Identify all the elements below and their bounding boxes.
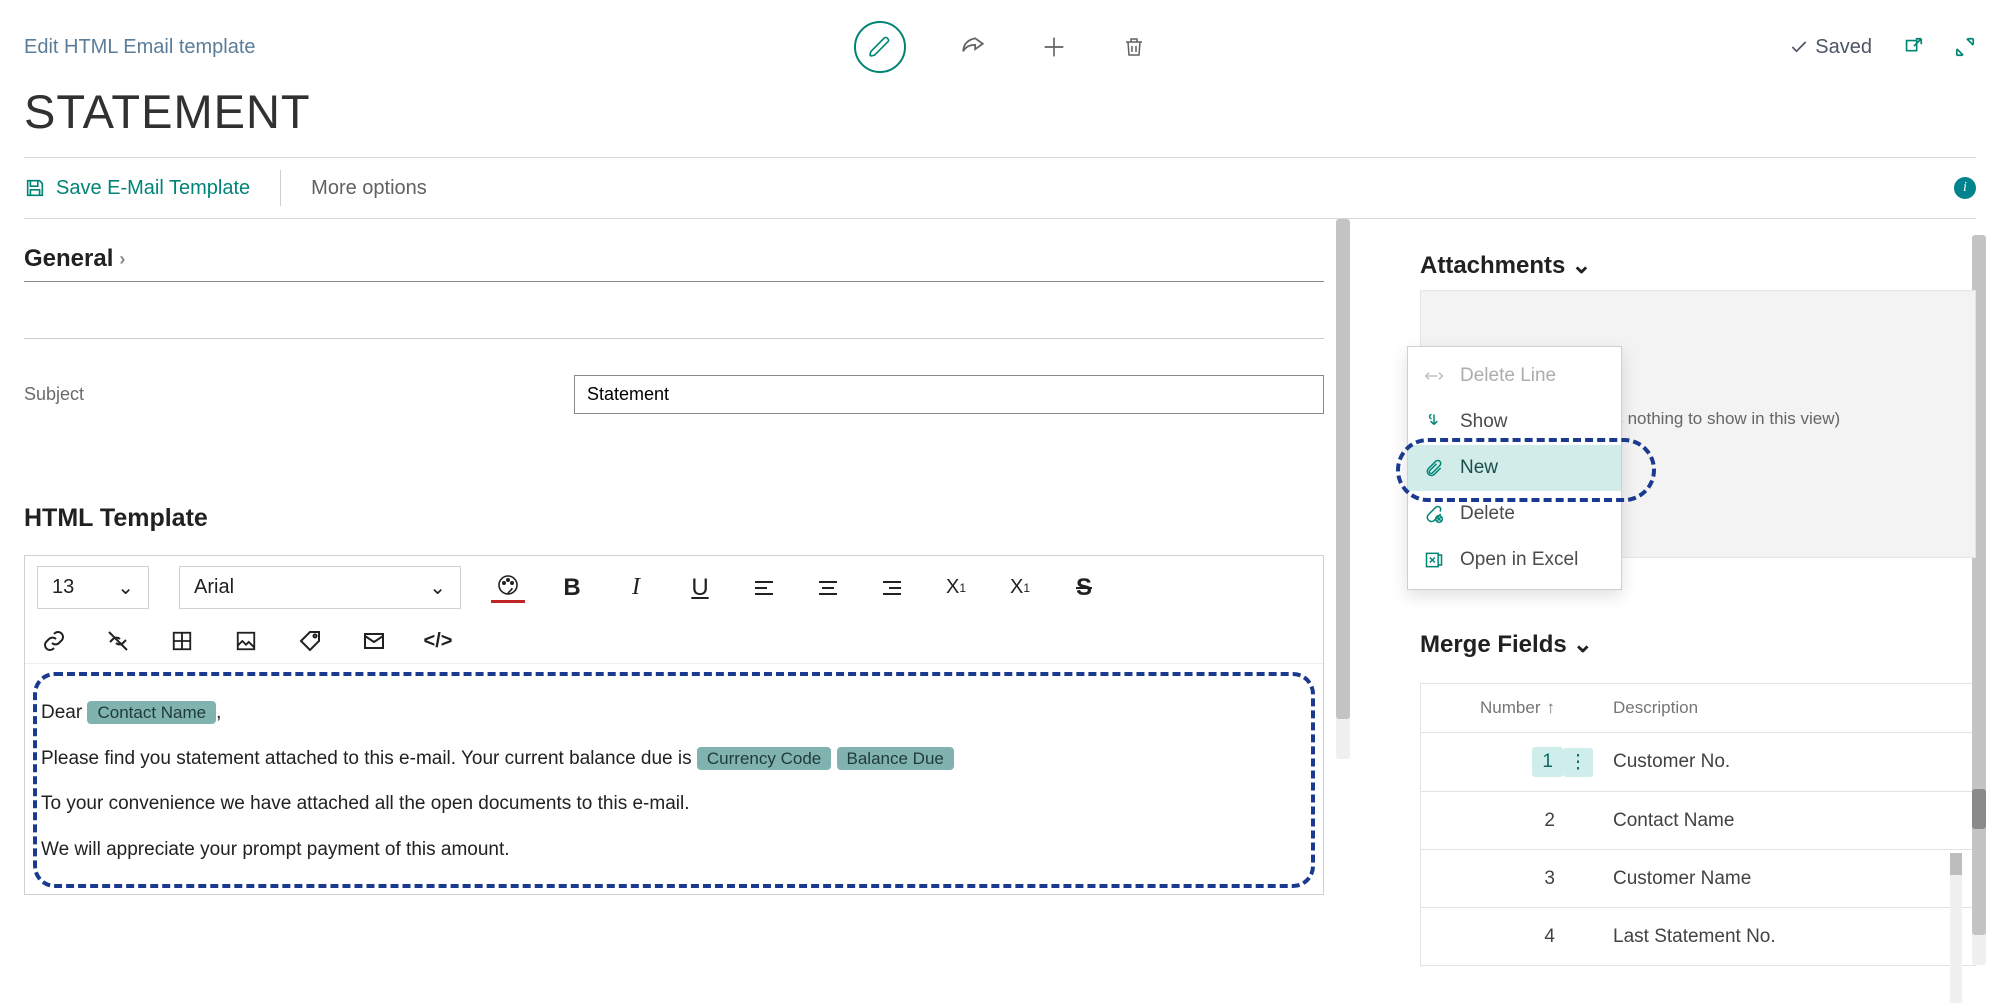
share-button[interactable] [960, 34, 986, 60]
collapse-icon [1954, 36, 1976, 58]
section-general[interactable]: General › [24, 219, 1324, 282]
align-right-button[interactable] [875, 576, 909, 600]
collapse-button[interactable] [1954, 36, 1976, 58]
scrollbar-thumb[interactable] [1972, 789, 1986, 829]
text: Dear [41, 702, 82, 723]
trash-icon [1122, 35, 1146, 59]
table-row[interactable]: 3 ⋮ Customer Name [1421, 850, 1975, 908]
chevron-down-icon: ⌄ [1573, 630, 1593, 659]
popout-icon [1902, 36, 1924, 58]
popout-button[interactable] [1902, 36, 1924, 58]
excel-icon [1424, 550, 1444, 570]
editor-body[interactable]: Dear Contact Name, Please find you state… [25, 663, 1323, 894]
font-color-button[interactable] [491, 573, 525, 603]
chevron-down-icon: ⌄ [429, 575, 446, 600]
breadcrumb: Edit HTML Email template [24, 36, 256, 59]
bold-button[interactable]: B [555, 574, 589, 602]
cell-description: Customer No. [1613, 751, 1963, 773]
mail-icon [362, 629, 386, 653]
text: , [216, 702, 221, 723]
delete-line-icon [1424, 366, 1444, 386]
superscript-button[interactable]: X1 [939, 576, 973, 599]
link-button[interactable] [37, 629, 71, 653]
delete-button[interactable] [1122, 35, 1146, 59]
merge-chip-currency-code[interactable]: Currency Code [697, 747, 831, 770]
col-description[interactable]: Description [1613, 698, 1963, 718]
italic-button[interactable]: I [619, 574, 653, 601]
html-editor: 13 ⌄ Arial ⌄ B I U X1 X1 S [24, 555, 1324, 895]
check-icon [1789, 37, 1809, 57]
cell-description: Contact Name [1613, 810, 1963, 832]
align-right-icon [880, 576, 904, 600]
table-button[interactable] [165, 630, 199, 652]
attachment-down-icon [1424, 412, 1444, 432]
merge-fields-table: Number ↑ Description 1 ⋮ Customer No. 2 … [1420, 683, 1976, 966]
align-center-button[interactable] [811, 576, 845, 600]
align-left-icon [752, 576, 776, 600]
sort-asc-icon: ↑ [1547, 698, 1556, 718]
code-button[interactable]: </> [421, 630, 455, 653]
menu-show[interactable]: Show [1408, 399, 1621, 445]
subject-input[interactable] [574, 375, 1324, 414]
align-left-button[interactable] [747, 576, 781, 600]
image-icon [235, 630, 257, 652]
subject-label: Subject [24, 384, 574, 405]
pencil-icon [868, 35, 892, 59]
align-center-icon [816, 576, 840, 600]
attachments-context-menu: Delete Line Show New Delete Open in Exce… [1407, 346, 1622, 590]
font-name-select[interactable]: Arial ⌄ [179, 566, 461, 609]
section-html-template: HTML Template [24, 414, 1324, 541]
table-icon [171, 630, 193, 652]
section-merge-fields[interactable]: Merge Fields ⌄ [1420, 598, 1976, 659]
info-badge[interactable]: i [1954, 177, 1976, 199]
plus-icon [1040, 33, 1068, 61]
more-options-button[interactable]: More options [311, 177, 427, 200]
save-icon [24, 177, 46, 199]
attachment-delete-icon [1424, 504, 1444, 524]
row-more-button[interactable]: ⋮ [1563, 748, 1593, 777]
attachment-icon [1424, 458, 1444, 478]
cell-description: Last Statement No. [1613, 926, 1963, 948]
edit-button[interactable] [854, 21, 906, 73]
font-size-select[interactable]: 13 ⌄ [37, 566, 149, 609]
saved-indicator: Saved [1789, 36, 1872, 59]
unlink-button[interactable] [101, 629, 135, 653]
mail-button[interactable] [357, 629, 391, 653]
chevron-down-icon: ⌄ [117, 575, 134, 600]
unlink-icon [106, 629, 130, 653]
palette-icon [496, 573, 520, 597]
tag-button[interactable] [293, 629, 327, 653]
tag-icon [298, 629, 322, 653]
save-template-button[interactable]: Save E-Mail Template [24, 177, 250, 200]
table-row[interactable]: 4 ⋮ Last Statement No. [1421, 908, 1975, 965]
table-row[interactable]: 1 ⋮ Customer No. [1421, 733, 1975, 792]
section-attachments[interactable]: Attachments ⌄ [1420, 219, 1976, 280]
cell-description: Customer Name [1613, 868, 1963, 890]
link-icon [42, 629, 66, 653]
new-button[interactable] [1040, 33, 1068, 61]
underline-button[interactable]: U [683, 574, 717, 602]
separator [280, 170, 281, 206]
menu-new[interactable]: New [1408, 445, 1621, 491]
menu-open-excel[interactable]: Open in Excel [1408, 537, 1621, 583]
scrollbar[interactable] [1950, 853, 1962, 1003]
text: Please find you statement attached to th… [41, 748, 692, 769]
chevron-down-icon: ⌄ [1571, 251, 1591, 280]
col-number[interactable]: Number ↑ [1433, 698, 1563, 718]
merge-chip-contact-name[interactable]: Contact Name [87, 701, 216, 724]
page-title: STATEMENT [0, 70, 2000, 157]
table-row[interactable]: 2 ⋮ Contact Name [1421, 792, 1975, 850]
image-button[interactable] [229, 630, 263, 652]
menu-delete[interactable]: Delete [1408, 491, 1621, 537]
text: We will appreciate your prompt payment o… [41, 827, 1307, 873]
chevron-right-icon: › [119, 249, 125, 270]
strikethrough-button[interactable]: S [1067, 574, 1101, 602]
subscript-button[interactable]: X1 [1003, 576, 1037, 599]
text: To your convenience we have attached all… [41, 781, 1307, 827]
share-icon [960, 34, 986, 60]
menu-delete-line: Delete Line [1408, 353, 1621, 399]
merge-chip-balance-due[interactable]: Balance Due [837, 747, 954, 770]
